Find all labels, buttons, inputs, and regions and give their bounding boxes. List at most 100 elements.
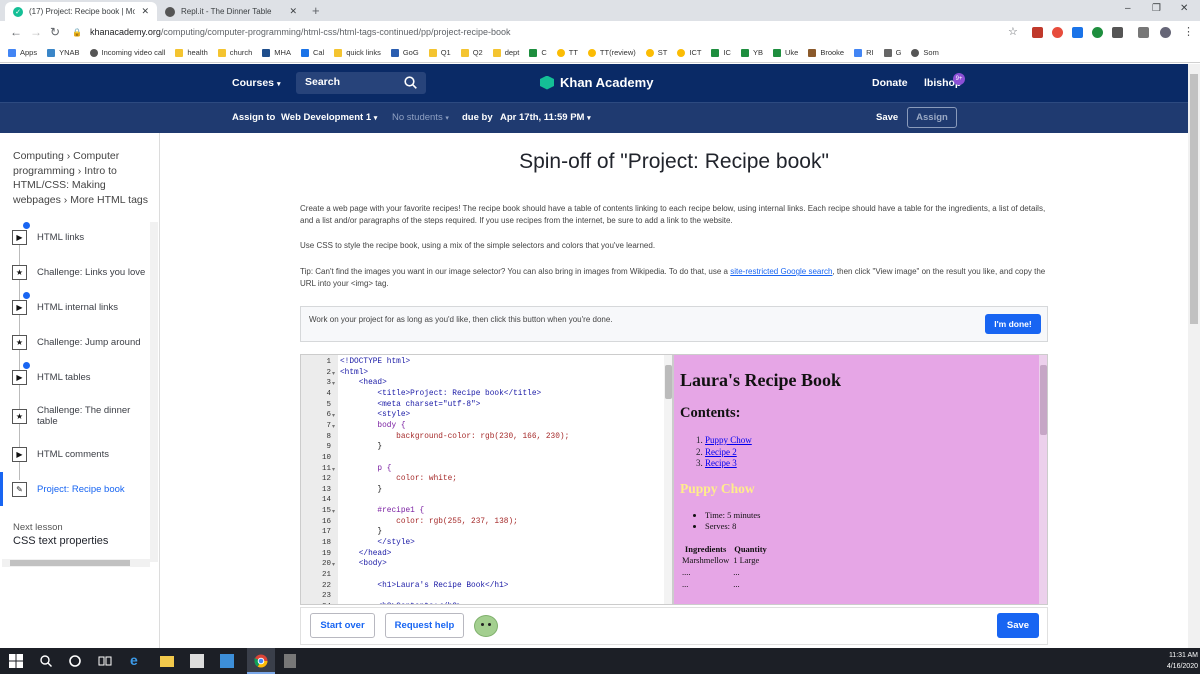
sidebar-horizontal-scrollbar[interactable] xyxy=(2,559,150,567)
bookmark-item[interactable]: ICT xyxy=(677,48,701,57)
new-tab-button[interactable]: + xyxy=(312,3,320,18)
bookmark-folder[interactable]: quick links xyxy=(334,48,381,57)
edge-icon[interactable]: e xyxy=(130,652,144,668)
code-line[interactable]: <!DOCTYPE html> xyxy=(340,358,410,366)
bookmark-folder[interactable]: Q2 xyxy=(460,48,483,57)
code-line[interactable]: <html> xyxy=(340,369,368,377)
bookmark-item[interactable]: Incoming video call xyxy=(89,48,165,57)
students-select[interactable]: No students ▾ xyxy=(392,112,449,123)
maximize-icon[interactable]: ❐ xyxy=(1152,3,1161,14)
bookmark-item[interactable]: YNAB xyxy=(47,48,80,57)
scrollbar-thumb[interactable] xyxy=(10,560,130,566)
scrollbar-thumb[interactable] xyxy=(665,365,672,399)
code-line[interactable]: } xyxy=(340,528,382,536)
sidebar-item-dinner-table[interactable]: ★ Challenge: The dinner table xyxy=(0,399,150,433)
bookmark-star-icon[interactable]: ☆ xyxy=(1008,25,1018,38)
preview-scrollbar[interactable] xyxy=(1039,355,1047,604)
close-tab-icon[interactable]: ✕ xyxy=(141,6,149,17)
bookmark-item[interactable]: TT(review) xyxy=(587,48,636,57)
extension-icon[interactable] xyxy=(1138,27,1149,38)
sidebar-item-links-you-love[interactable]: ★ Challenge: Links you love xyxy=(0,255,150,289)
due-date-select[interactable]: Apr 17th, 11:59 PM ▾ xyxy=(500,112,591,123)
close-tab-icon[interactable]: ✕ xyxy=(289,6,297,17)
save-button[interactable]: Save xyxy=(997,613,1039,638)
reload-icon[interactable]: ↻ xyxy=(50,25,60,39)
bookmark-folder[interactable]: Q1 xyxy=(428,48,451,57)
code-line[interactable]: <h1>Laura's Recipe Book</h1> xyxy=(340,582,508,590)
code-line[interactable]: <title>Project: Recipe book</title> xyxy=(340,390,541,398)
windows-start-icon[interactable] xyxy=(9,654,23,668)
file-explorer-icon[interactable] xyxy=(160,656,174,667)
bookmark-item[interactable]: Cal xyxy=(300,48,324,57)
fold-arrow-icon[interactable]: ▾ xyxy=(332,508,335,515)
extension-icon[interactable] xyxy=(1052,27,1063,38)
start-over-button[interactable]: Start over xyxy=(310,613,375,638)
bookmark-item[interactable]: IC xyxy=(711,48,731,57)
bookmark-folder[interactable]: health xyxy=(175,48,208,57)
scrollbar-thumb[interactable] xyxy=(1040,365,1047,435)
header-save-button[interactable]: Save xyxy=(876,112,898,123)
bookmark-item[interactable]: YB xyxy=(740,48,763,57)
sidebar-item-recipe-book[interactable]: ✎ Project: Recipe book xyxy=(0,472,150,506)
sidebar-item-html-links[interactable]: ▶ HTML links xyxy=(0,220,150,254)
chrome-taskbar-button[interactable] xyxy=(247,648,275,674)
url-field[interactable]: 🔒 khanacademy.org/computing/computer-pro… xyxy=(66,24,1021,40)
assign-button[interactable]: Assign xyxy=(907,107,957,128)
code-line[interactable]: p { xyxy=(340,465,391,473)
extension-icon[interactable] xyxy=(1112,27,1123,38)
sidebar-item-html-internal-links[interactable]: ▶ HTML internal links xyxy=(0,290,150,324)
code-line[interactable]: } xyxy=(340,443,382,451)
extension-icon[interactable] xyxy=(1032,27,1043,38)
taskbar-clock[interactable]: 11:31 AM 4/16/2020 xyxy=(1150,650,1198,672)
forward-icon[interactable]: → xyxy=(30,25,42,39)
code-line[interactable]: body { xyxy=(340,422,405,430)
minimize-icon[interactable]: – xyxy=(1125,3,1131,14)
tab-project-recipe-book[interactable]: ✓ (17) Project: Recipe book | More ✕ xyxy=(5,2,157,21)
fold-arrow-icon[interactable]: ▾ xyxy=(332,561,335,568)
code-line[interactable]: <style> xyxy=(340,411,410,419)
fold-arrow-icon[interactable]: ▾ xyxy=(332,380,335,387)
fold-arrow-icon[interactable]: ▾ xyxy=(332,466,335,473)
code-line[interactable]: #recipe1 { xyxy=(340,507,424,515)
tab-replit[interactable]: Repl.it - The Dinner Table ✕ xyxy=(157,2,305,21)
bookmark-item[interactable]: Uke xyxy=(772,48,798,57)
fold-arrow-icon[interactable]: ▾ xyxy=(332,412,335,419)
mail-icon[interactable] xyxy=(220,654,234,668)
avatar[interactable] xyxy=(474,615,498,637)
profile-avatar-icon[interactable] xyxy=(1160,27,1171,38)
sidebar-scrollbar[interactable] xyxy=(150,222,158,562)
donate-link[interactable]: Donate xyxy=(872,77,908,89)
bookmark-item[interactable]: TT xyxy=(556,48,578,57)
bookmark-item[interactable]: MHA xyxy=(262,48,291,57)
code-line[interactable]: <h2>Contents:</h2> xyxy=(340,603,461,604)
bookmark-item[interactable]: G xyxy=(883,48,901,57)
bookmark-item[interactable]: Som xyxy=(911,48,939,57)
task-view-icon[interactable] xyxy=(98,654,112,668)
bookmark-item[interactable]: Brooke xyxy=(808,48,844,57)
contents-link[interactable]: Recipe 3 xyxy=(705,458,737,468)
request-help-button[interactable]: Request help xyxy=(385,613,464,638)
courses-menu[interactable]: Courses ▾ xyxy=(232,77,280,89)
sidebar-item-jump-around[interactable]: ★ Challenge: Jump around xyxy=(0,325,150,359)
editor-scrollbar[interactable] xyxy=(664,355,672,604)
bookmark-apps[interactable]: Apps xyxy=(8,48,37,57)
code-line[interactable]: <head> xyxy=(340,379,387,387)
sidebar-item-html-comments[interactable]: ▶ HTML comments xyxy=(0,437,150,471)
im-done-button[interactable]: I'm done! xyxy=(985,314,1041,334)
bookmark-item[interactable]: ST xyxy=(645,48,667,57)
next-lesson-link[interactable]: CSS text properties xyxy=(13,535,108,547)
code-line[interactable]: </style> xyxy=(340,539,414,547)
scrollbar-thumb[interactable] xyxy=(1190,74,1198,324)
bookmark-item[interactable]: GoG xyxy=(390,48,419,57)
code-line[interactable]: } xyxy=(340,486,382,494)
cortana-icon[interactable] xyxy=(68,654,82,668)
close-window-icon[interactable]: ✕ xyxy=(1180,3,1188,14)
code-line[interactable]: </head> xyxy=(340,550,392,558)
class-select[interactable]: Web Development 1 ▾ xyxy=(281,112,377,123)
fold-arrow-icon[interactable]: ▾ xyxy=(332,370,335,377)
extension-icon[interactable] xyxy=(1092,27,1103,38)
back-icon[interactable]: ← xyxy=(10,25,22,39)
code-line[interactable]: <meta charset="utf-8"> xyxy=(340,401,480,409)
code-line[interactable]: <body> xyxy=(340,560,387,568)
contents-link[interactable]: Recipe 2 xyxy=(705,447,737,457)
